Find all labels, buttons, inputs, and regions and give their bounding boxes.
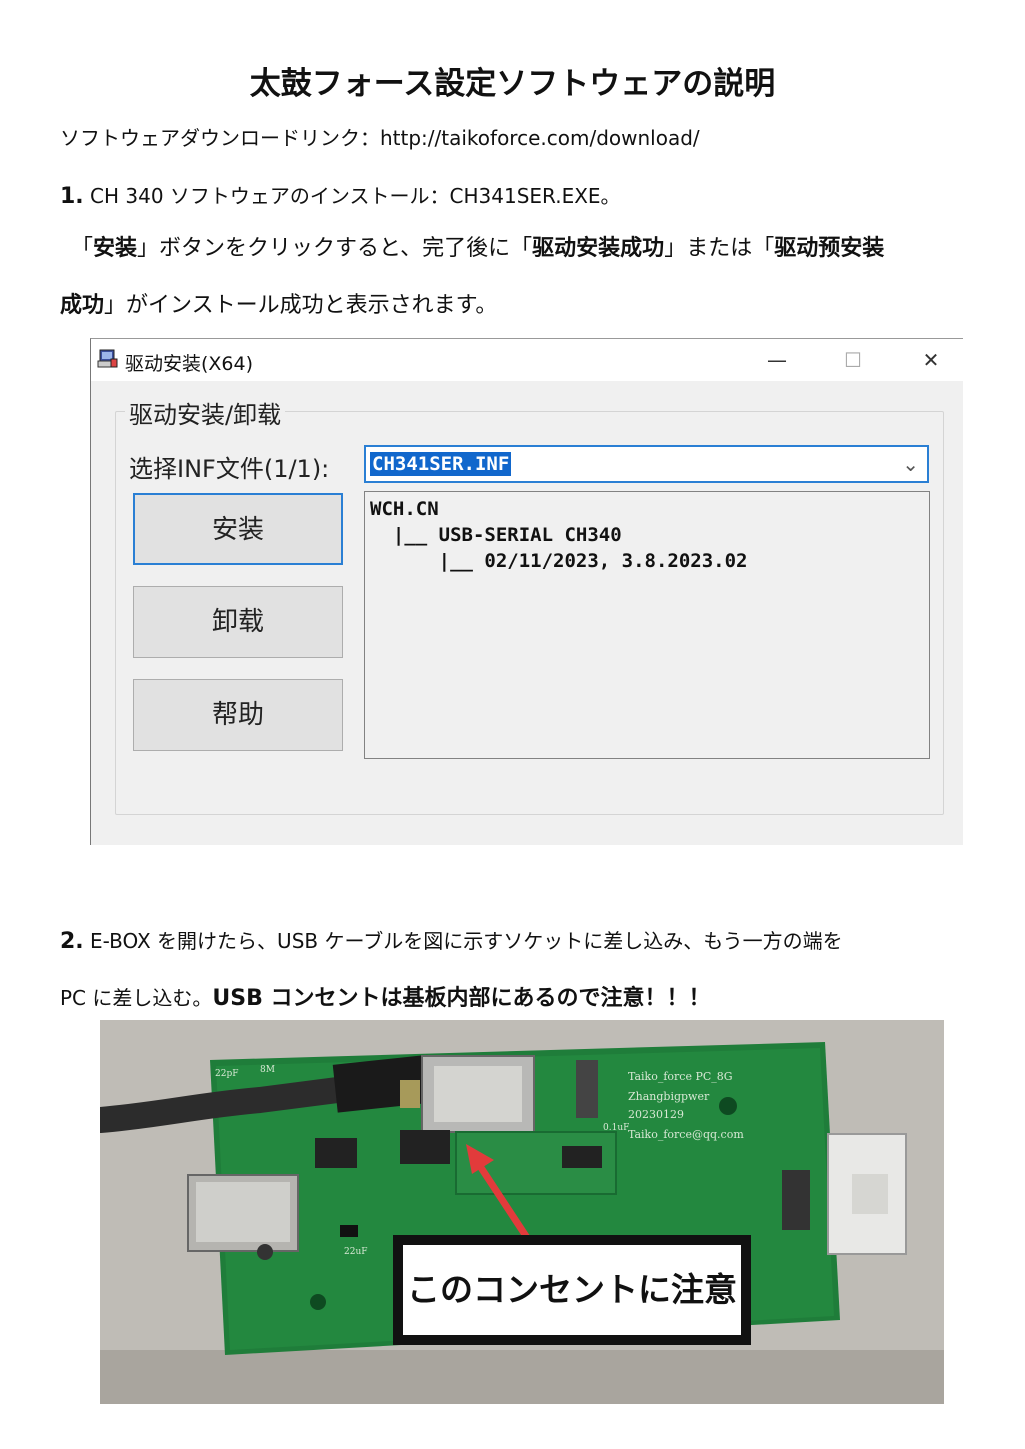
- dialog-titlebar: 驱动安装(X64) — ☐ ✕: [91, 339, 963, 381]
- step1-text: CH 340 ソフトウェアのインストール：CH341SER.EXE。: [83, 184, 621, 208]
- text: 」または「: [664, 236, 775, 261]
- text: 」がインストール成功と表示されます。: [104, 293, 498, 318]
- board-label: Taiko_force@qq.com: [628, 1128, 744, 1141]
- text: PC に差し込む。: [60, 986, 213, 1010]
- pcb-illustration: Taiko_force PC_8G Zhangbigpwer 20230129 …: [100, 1020, 944, 1404]
- board-label: 20230129: [628, 1108, 684, 1121]
- callout-box: このコンセントに注意: [393, 1235, 751, 1345]
- step1-paragraph-line1: 「安装」ボタンをクリックすると、完了後に「驱动安装成功」または「驱动预安装: [60, 230, 995, 262]
- bold-success: 成功: [60, 293, 105, 318]
- tree-line: |__ 02/11/2023, 3.8.2023.02: [370, 550, 748, 572]
- inf-file-label: 选择INF文件(1/1):: [129, 455, 330, 483]
- step1-number: 1.: [60, 184, 84, 209]
- install-button[interactable]: 安装: [133, 493, 343, 565]
- board-label: Zhangbigpwer: [628, 1090, 710, 1103]
- step2-line1: 2. E-BOX を開けたら、USB ケーブルを図に示すソケットに差し込み、もう…: [60, 925, 843, 954]
- uninstall-button[interactable]: 卸载: [133, 586, 343, 658]
- text: 「: [82, 236, 94, 261]
- step2-line2: PC に差し込む。USB コンセントは基板内部にあるので注意！！！: [60, 980, 711, 1012]
- download-link-line: ソフトウェアダウンロードリンク：http://taikoforce.com/do…: [60, 126, 700, 150]
- bold-install: 安装: [93, 236, 138, 261]
- driver-install-dialog: 驱动安装(X64) — ☐ ✕ 驱动安装/卸载 选择INF文件(1/1): CH…: [90, 338, 963, 845]
- document-title: 太鼓フォース設定ソフトウェアの説明: [249, 66, 776, 102]
- driver-info-box: WCH.CN |__ USB-SERIAL CH340 |__ 02/11/20…: [364, 491, 930, 759]
- minimize-button[interactable]: —: [757, 345, 797, 375]
- bold-warning: USB コンセントは基板内部にあるので注意！！！: [212, 986, 711, 1011]
- tree-line: |__ USB-SERIAL CH340: [370, 524, 622, 546]
- inf-file-value: CH341SER.INF: [370, 452, 512, 476]
- callout-text: このコンセントに注意: [403, 1245, 741, 1335]
- board-label: 0.1uF: [603, 1123, 629, 1133]
- inf-file-select[interactable]: CH341SER.INF ⌄: [364, 445, 929, 483]
- board-label: Taiko_force PC_8G: [628, 1070, 733, 1083]
- dialog-title: 驱动安装(X64): [125, 353, 254, 375]
- board-label: 22pF: [215, 1069, 238, 1079]
- maximize-button[interactable]: ☐: [833, 345, 873, 375]
- chevron-down-icon[interactable]: ⌄: [902, 452, 919, 476]
- group-label: 驱动安装/卸载: [125, 395, 286, 430]
- step1-paragraph-line2: 成功」がインストール成功と表示されます。: [60, 287, 497, 319]
- tree-line: WCH.CN: [370, 498, 439, 520]
- text: 」ボタンをクリックすると、完了後に「: [137, 236, 533, 261]
- pcb-photo: Taiko_force PC_8G Zhangbigpwer 20230129 …: [100, 1020, 944, 1404]
- step2-number: 2.: [60, 929, 84, 954]
- app-icon: [97, 349, 118, 368]
- bold-install-success: 驱动安装成功: [532, 236, 665, 261]
- step2-text: E-BOX を開けたら、USB ケーブルを図に示すソケットに差し込み、もう一方の…: [83, 929, 843, 953]
- close-button[interactable]: ✕: [911, 345, 951, 375]
- bold-preinstall: 驱动预安装: [774, 236, 885, 261]
- step1-heading: 1. CH 340 ソフトウェアのインストール：CH341SER.EXE。: [60, 180, 621, 209]
- board-label: 22uF: [344, 1247, 368, 1257]
- help-button[interactable]: 帮助: [133, 679, 343, 751]
- board-label: 8M: [260, 1065, 275, 1075]
